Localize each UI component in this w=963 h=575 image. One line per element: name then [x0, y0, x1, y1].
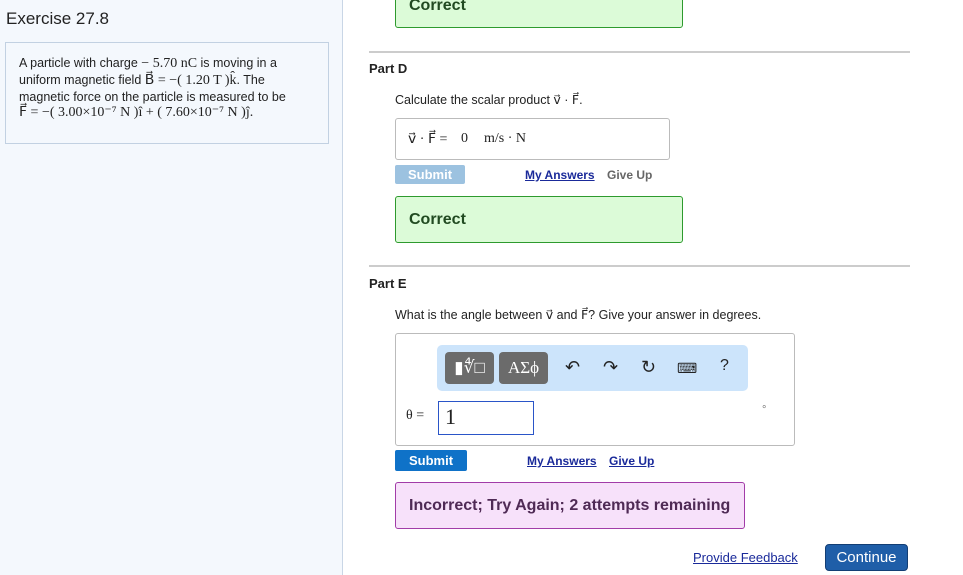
text: magnetic force on the particle is measur… [19, 90, 286, 104]
answer-label: v⃗ · F⃗ = [408, 132, 448, 147]
provide-feedback-link[interactable]: Provide Feedback [693, 550, 798, 565]
charge-value: − 5.70 [141, 56, 178, 71]
theta-label: θ = [406, 408, 425, 423]
part-d-label: Part D [369, 61, 408, 76]
part-e-my-answers-link[interactable]: My Answers [527, 454, 597, 468]
templates-button[interactable]: ▮∜□ [445, 352, 494, 384]
math-toolbar: ▮∜□ ΑΣϕ ↶ ↷ ↻ ⌨ ? [437, 345, 748, 391]
divider [369, 51, 910, 53]
part-d-my-answers-link[interactable]: My Answers [525, 168, 595, 182]
part-d-feedback: Correct [395, 196, 683, 243]
continue-button[interactable]: Continue [825, 544, 908, 571]
part-e-give-up-link[interactable]: Give Up [609, 454, 654, 468]
degree-units: ° [762, 404, 767, 416]
part-d-give-up: Give Up [607, 168, 653, 182]
part-e-feedback: Incorrect; Try Again; 2 attempts remaini… [395, 482, 745, 529]
help-button[interactable]: ? [720, 357, 729, 375]
part-d-question: Calculate the scalar product v⃗ · F⃗. [395, 93, 583, 107]
reset-icon[interactable]: ↻ [641, 357, 656, 378]
problem-statement: A particle with charge − 5.70 nC is movi… [5, 42, 329, 144]
part-e-submit-button[interactable]: Submit [395, 450, 467, 471]
answer-value: 0 [461, 131, 468, 146]
part-d-answer-box: v⃗ · F⃗ = 0 m/s · N [395, 118, 670, 160]
text: uniform magnetic field [19, 73, 142, 87]
part-e-label: Part E [369, 276, 407, 291]
divider [369, 265, 910, 267]
charge-unit: nC [180, 56, 198, 71]
part-d-submit-button[interactable]: Submit [395, 165, 465, 184]
answer-units: m/s · N [484, 131, 526, 146]
text: is moving in a [200, 56, 277, 70]
undo-icon[interactable]: ↶ [565, 357, 580, 378]
angle-input[interactable]: 1 [438, 401, 534, 435]
text: . The [236, 73, 265, 87]
problem-sidebar: Exercise 27.8 A particle with charge − 5… [0, 0, 343, 575]
text: A particle with charge [19, 56, 138, 70]
keyboard-icon[interactable]: ⌨ [677, 360, 697, 377]
feedback-correct-previous: Correct [395, 0, 683, 28]
redo-icon[interactable]: ↷ [603, 357, 618, 378]
exercise-title: Exercise 27.8 [6, 9, 109, 28]
force-equation: F⃗ = −( 3.00×10⁻⁷ N )î + ( 7.60×10⁻⁷ N )… [19, 105, 254, 120]
part-e-question: What is the angle between v⃗ and F⃗? Giv… [395, 308, 762, 322]
field-equation: B⃗ = −( 1.20 T )k̂ [144, 73, 237, 88]
greek-symbols-button[interactable]: ΑΣϕ [499, 352, 548, 384]
